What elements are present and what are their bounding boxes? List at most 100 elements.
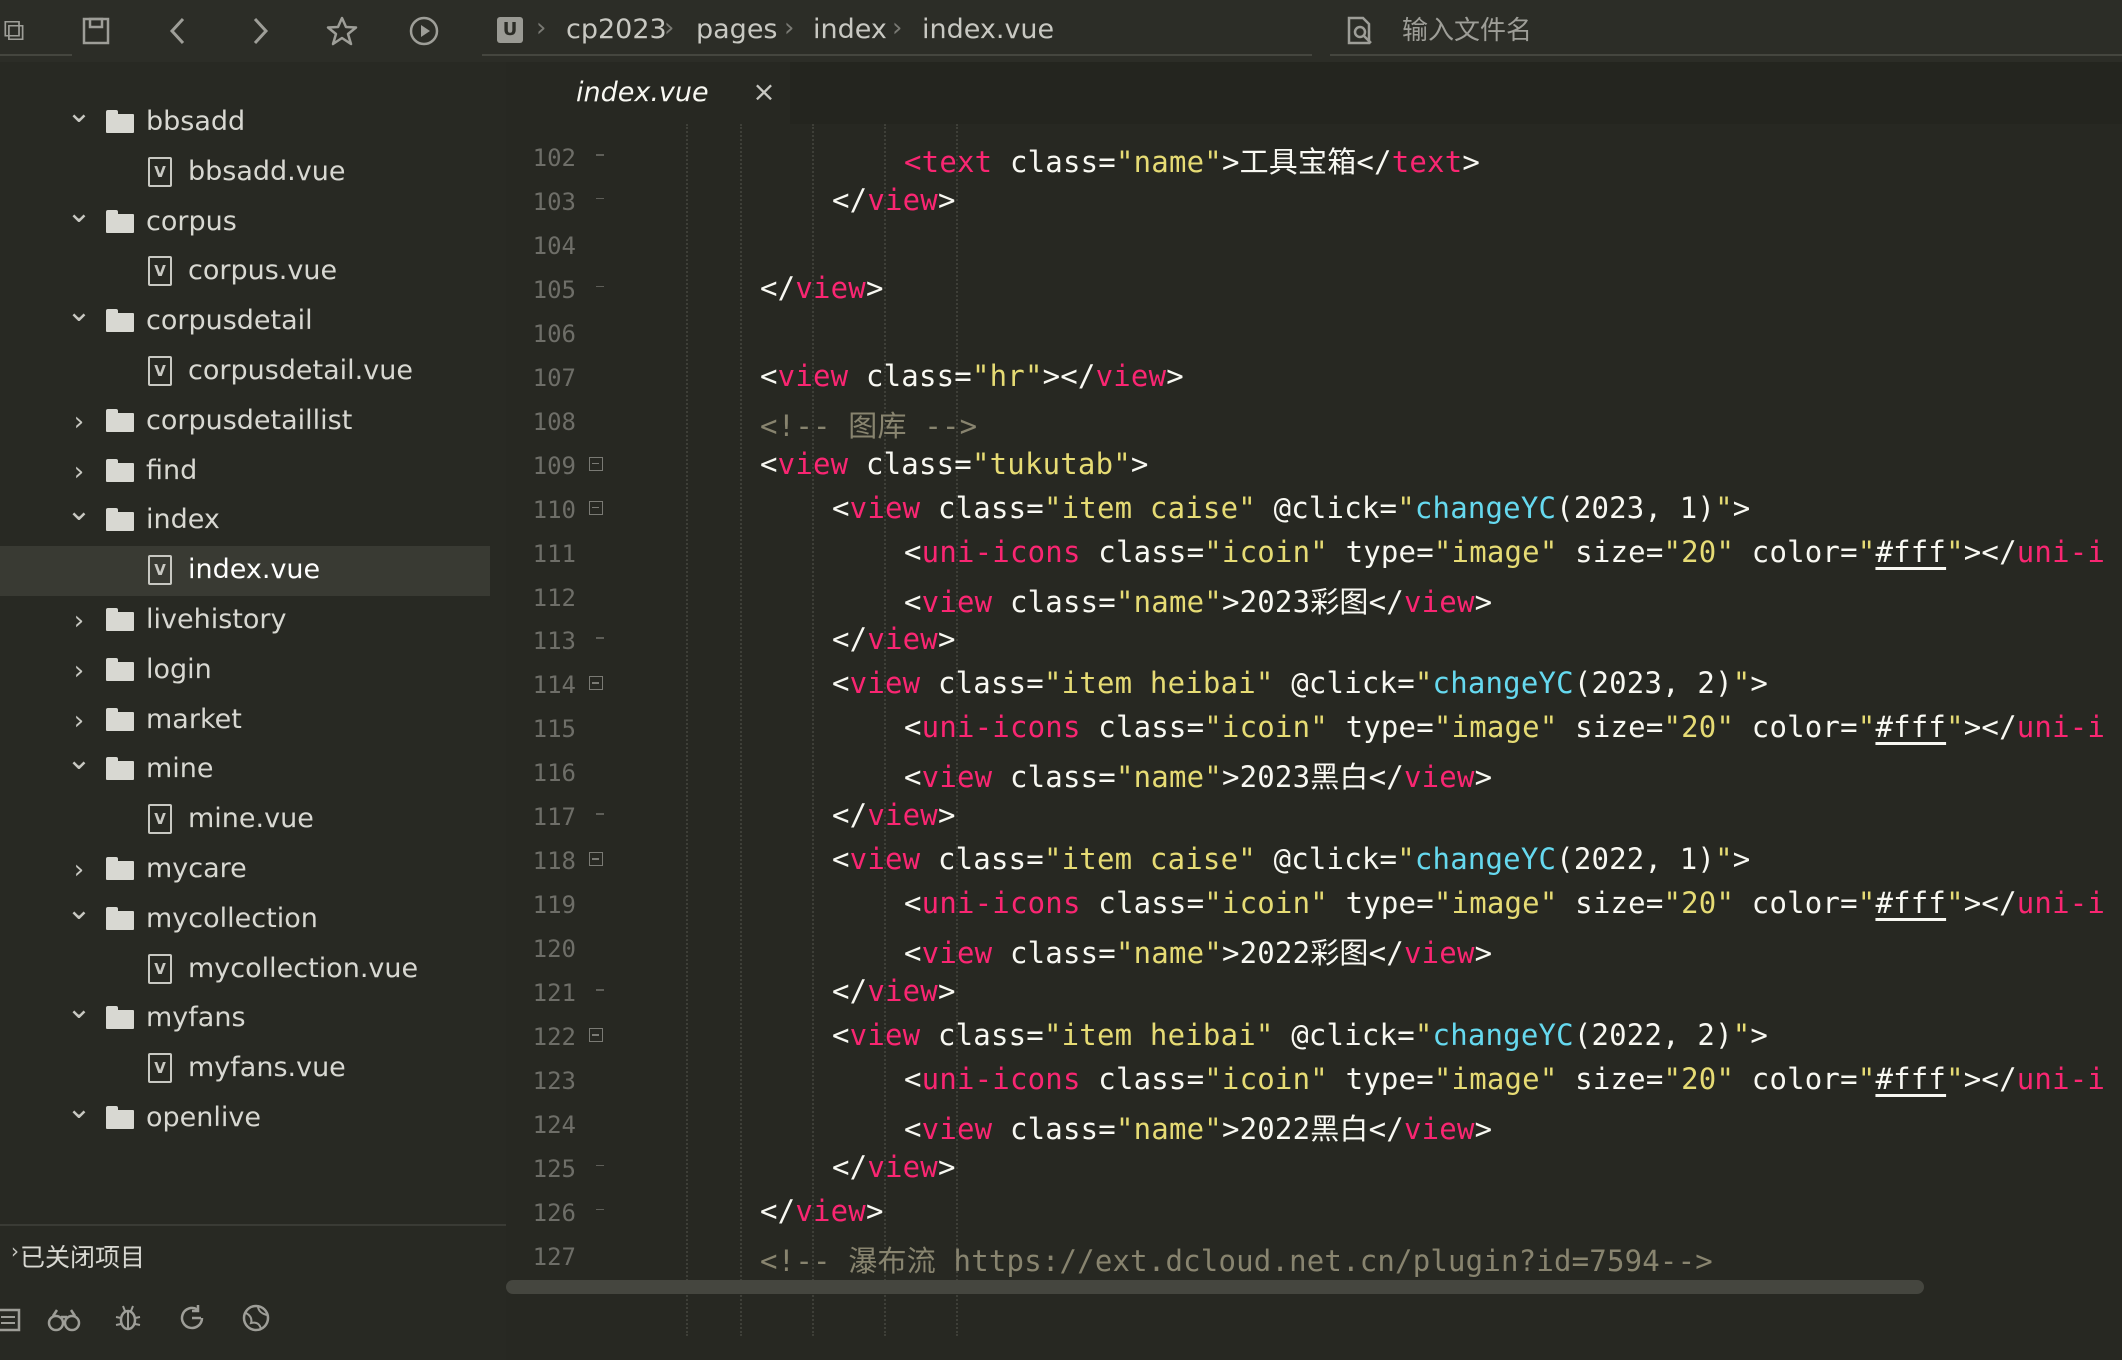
tree-folder[interactable]: › find [0,447,490,497]
code-line[interactable]: 124 <view class="name">2022黑白</view> [506,1101,2122,1146]
code-line[interactable]: 120 <view class="name">2022彩图</view> [506,925,2122,970]
line-number: 107 [532,363,576,392]
fold-toggle-icon[interactable] [589,500,603,515]
chevron-right-icon[interactable]: › [64,654,94,688]
back-icon[interactable] [158,11,198,51]
chevron-down-icon[interactable]: ⌄ [64,295,94,329]
breadcrumb-file[interactable]: index.vue [922,14,1054,45]
tree-folder[interactable]: ⌄ index [0,494,490,546]
code-line[interactable]: 126 </view> [506,1189,2122,1233]
code-line[interactable]: 110 <view class="item caise" @click="chan… [506,486,2122,530]
code-line[interactable]: 105 </view> [506,266,2122,310]
code-line[interactable]: 118 <view class="item caise" @click="chan… [506,837,2122,881]
forward-icon[interactable] [240,11,280,51]
code-line[interactable]: 117 </view> [506,793,2122,837]
file-search-input[interactable] [1400,12,2104,50]
tree-file[interactable]: Vcorpusdetail.vue [0,347,490,397]
breadcrumb-pages[interactable]: pages [696,14,778,45]
toolbar-divider [0,54,72,56]
list-icon[interactable] [0,1302,30,1346]
code-line[interactable]: 121 </view> [506,969,2122,1013]
closed-projects-label: 已关闭项目 [20,1243,146,1272]
code-text: </view> [832,182,956,217]
tree-folder[interactable]: ⌄ bbsadd [0,96,490,148]
code-line[interactable]: 114 <view class="item heibai" @click="cha… [506,661,2122,705]
code-line[interactable]: 127 <!-- 瀑布流 https://ext.dcloud.net.cn/pl… [506,1233,2122,1278]
code-line[interactable]: 125 </view> [506,1145,2122,1189]
fold-toggle-icon[interactable] [589,676,603,691]
tree-folder[interactable]: ⌄ openlive [0,1092,490,1144]
tree-item-label: mycollection [146,902,318,934]
folder-icon [106,906,136,931]
code-line[interactable]: 104 [506,222,2122,266]
run-icon[interactable] [404,11,444,51]
bug-icon[interactable] [106,1302,150,1346]
chevron-down-icon[interactable]: ⌄ [64,992,94,1026]
fold-toggle-icon[interactable] [589,1028,603,1042]
tree-folder[interactable]: › corpusdetaillist [0,397,490,447]
binoculars-icon[interactable] [42,1302,86,1346]
breadcrumb-index[interactable]: index [813,14,887,45]
globe-icon[interactable] [234,1302,278,1346]
tree-file[interactable]: Vindex.vue [0,546,490,597]
horizontal-scrollbar[interactable] [506,1280,1924,1294]
code-line[interactable]: 119 <uni-icons class="icoin" type="image"… [506,881,2122,925]
tree-file[interactable]: Vmyfans.vue [0,1044,490,1094]
chevron-down-icon[interactable]: ⌄ [64,96,94,130]
star-icon[interactable] [322,11,362,51]
tree-folder[interactable]: › login [0,646,490,696]
breadcrumb-project[interactable]: cp2023 [566,14,667,45]
code-line[interactable]: 108 <!-- 图库 --> [506,398,2122,443]
line-number: 123 [532,1066,576,1095]
closed-projects-section[interactable]: › 已关闭项目 [0,1224,506,1276]
chevron-right-icon[interactable]: › [64,853,94,887]
tree-file[interactable]: Vmycollection.vue [0,945,490,995]
code-line[interactable]: 112 <view class="name">2023彩图</view> [506,574,2122,619]
tree-folder[interactable]: ⌄ corpusdetail [0,295,490,347]
chevron-down-icon[interactable]: ⌄ [64,743,94,777]
line-number: 122 [532,1023,576,1051]
chevron-down-icon[interactable]: ⌄ [64,1092,94,1126]
code-text: <uni-icons class="icoin" type="image" si… [904,710,2106,745]
code-line[interactable]: 116 <view class="name">2023黑白</view> [506,749,2122,794]
fold-toggle-icon[interactable] [589,852,603,867]
chevron-right-icon[interactable]: › [64,405,94,439]
code-line[interactable]: 109 <view class="tukutab"> [506,442,2122,486]
tree-folder[interactable]: ⌄ mycollection [0,892,490,945]
code-line[interactable]: 106 [506,310,2122,354]
code-line[interactable]: 123 <uni-icons class="icoin" type="image"… [506,1057,2122,1101]
tree-folder[interactable]: › mycare [0,845,490,895]
chevron-down-icon[interactable]: ⌄ [64,195,94,230]
code-line[interactable]: 113 </view> [506,617,2122,661]
code-line[interactable]: 103 </view> [506,178,2122,222]
tree-item-label: myfans [146,1002,246,1034]
chevron-right-icon[interactable]: › [64,604,94,638]
project-tree-sidebar: ⌄ bbsadd Vbbsadd.vue ⌄ corpus Vcorpus.vue ⌄ cor… [0,62,506,1360]
chevron-down-icon[interactable]: ⌄ [64,494,94,528]
chevron-right-icon[interactable]: › [64,455,94,489]
code-line[interactable]: 122 <view class="item heibai" @click="cha… [506,1013,2122,1057]
tree-item-label: index.vue [188,554,321,586]
tab-index-vue[interactable]: index.vue × [506,62,790,124]
tree-folder[interactable]: ⌄ mine [0,743,490,795]
refresh-icon[interactable] [170,1302,214,1346]
chevron-right-icon[interactable]: › [64,704,94,738]
file-search-icon [1340,11,1380,51]
line-number: 118 [532,847,576,876]
close-icon[interactable]: × [749,74,779,110]
chevron-down-icon[interactable]: ⌄ [64,892,94,927]
tree-folder[interactable]: › market [0,696,490,746]
tree-folder[interactable]: ⌄ corpus [0,195,490,248]
code-line[interactable]: 102 <text class="name">工具宝箱</text> [506,134,2122,179]
tree-file[interactable]: Vmine.vue [0,795,490,845]
fold-toggle-icon[interactable] [589,456,603,471]
tree-folder[interactable]: › livehistory [0,596,490,646]
code-line[interactable]: 107 <view class="hr"></view> [506,354,2122,398]
code-line[interactable]: 111 <uni-icons class="icoin" type="image"… [506,530,2122,574]
tree-file[interactable]: Vbbsadd.vue [0,148,490,198]
code-line[interactable]: 115 <uni-icons class="icoin" type="image"… [506,705,2122,749]
tree-file[interactable]: Vcorpus.vue [0,247,490,297]
project-manager-icon[interactable]: ⧉ [0,11,34,51]
save-icon[interactable] [76,11,116,51]
tree-folder[interactable]: ⌄ myfans [0,992,490,1044]
